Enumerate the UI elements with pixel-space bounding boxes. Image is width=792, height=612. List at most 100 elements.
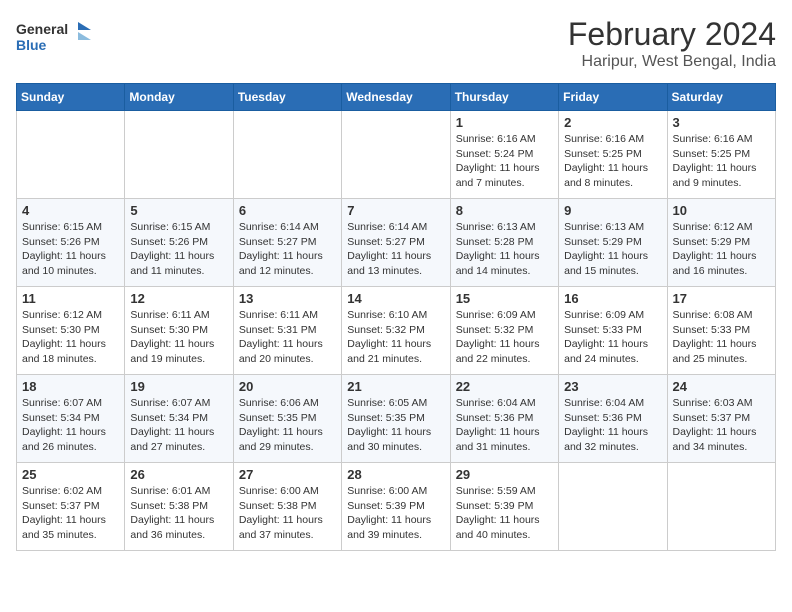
day-number: 6 xyxy=(239,203,336,218)
svg-text:General: General xyxy=(16,21,68,37)
calendar-cell: 27 Sunrise: 6:00 AM Sunset: 5:38 PM Dayli… xyxy=(233,463,341,551)
day-number: 26 xyxy=(130,467,227,482)
day-info: Sunrise: 6:09 AM Sunset: 5:32 PM Dayligh… xyxy=(456,308,553,367)
day-number: 25 xyxy=(22,467,119,482)
calendar-cell: 8 Sunrise: 6:13 AM Sunset: 5:28 PM Daylig… xyxy=(450,199,558,287)
weekday-header-saturday: Saturday xyxy=(667,84,775,111)
day-info: Sunrise: 6:15 AM Sunset: 5:26 PM Dayligh… xyxy=(130,220,227,279)
day-info: Sunrise: 6:15 AM Sunset: 5:26 PM Dayligh… xyxy=(22,220,119,279)
day-number: 18 xyxy=(22,379,119,394)
calendar-cell: 1Sunrise: 6:16 AM Sunset: 5:24 PM Daylig… xyxy=(450,111,558,199)
calendar-cell: 23 Sunrise: 6:04 AM Sunset: 5:36 PM Dayli… xyxy=(559,375,667,463)
day-number: 19 xyxy=(130,379,227,394)
day-info: Sunrise: 6:01 AM Sunset: 5:38 PM Dayligh… xyxy=(130,484,227,543)
day-number: 14 xyxy=(347,291,444,306)
calendar-header-row: SundayMondayTuesdayWednesdayThursdayFrid… xyxy=(17,84,776,111)
page-header: GeneralBlue February 2024 Haripur, West … xyxy=(16,16,776,71)
day-number: 8 xyxy=(456,203,553,218)
calendar-cell: 7Sunrise: 6:14 AM Sunset: 5:27 PM Daylig… xyxy=(342,199,450,287)
calendar-cell: 12 Sunrise: 6:11 AM Sunset: 5:30 PM Dayli… xyxy=(125,287,233,375)
calendar-cell: 11Sunrise: 6:12 AM Sunset: 5:30 PM Dayli… xyxy=(17,287,125,375)
calendar-cell: 4 Sunrise: 6:15 AM Sunset: 5:26 PM Daylig… xyxy=(17,199,125,287)
month-title: February 2024 xyxy=(568,16,776,53)
day-number: 27 xyxy=(239,467,336,482)
day-info: Sunrise: 6:05 AM Sunset: 5:35 PM Dayligh… xyxy=(347,396,444,455)
calendar-week-2: 4 Sunrise: 6:15 AM Sunset: 5:26 PM Daylig… xyxy=(17,199,776,287)
weekday-header-thursday: Thursday xyxy=(450,84,558,111)
calendar-table: SundayMondayTuesdayWednesdayThursdayFrid… xyxy=(16,83,776,551)
calendar-cell: 6 Sunrise: 6:14 AM Sunset: 5:27 PM Daylig… xyxy=(233,199,341,287)
day-number: 29 xyxy=(456,467,553,482)
day-number: 28 xyxy=(347,467,444,482)
day-info: Sunrise: 6:14 AM Sunset: 5:27 PM Dayligh… xyxy=(347,220,444,279)
calendar-cell: 28Sunrise: 6:00 AM Sunset: 5:39 PM Dayli… xyxy=(342,463,450,551)
calendar-cell: 9 Sunrise: 6:13 AM Sunset: 5:29 PM Daylig… xyxy=(559,199,667,287)
day-info: Sunrise: 5:59 AM Sunset: 5:39 PM Dayligh… xyxy=(456,484,553,543)
day-number: 3 xyxy=(673,115,770,130)
day-number: 15 xyxy=(456,291,553,306)
day-info: Sunrise: 6:02 AM Sunset: 5:37 PM Dayligh… xyxy=(22,484,119,543)
calendar-cell: 17 Sunrise: 6:08 AM Sunset: 5:33 PM Dayli… xyxy=(667,287,775,375)
calendar-cell: 16 Sunrise: 6:09 AM Sunset: 5:33 PM Dayli… xyxy=(559,287,667,375)
day-info: Sunrise: 6:13 AM Sunset: 5:28 PM Dayligh… xyxy=(456,220,553,279)
day-number: 22 xyxy=(456,379,553,394)
day-number: 5 xyxy=(130,203,227,218)
weekday-header-friday: Friday xyxy=(559,84,667,111)
calendar-cell xyxy=(17,111,125,199)
calendar-cell: 25 Sunrise: 6:02 AM Sunset: 5:37 PM Dayli… xyxy=(17,463,125,551)
day-info: Sunrise: 6:16 AM Sunset: 5:24 PM Dayligh… xyxy=(456,132,553,191)
day-number: 16 xyxy=(564,291,661,306)
day-info: Sunrise: 6:03 AM Sunset: 5:37 PM Dayligh… xyxy=(673,396,770,455)
day-number: 12 xyxy=(130,291,227,306)
calendar-cell xyxy=(559,463,667,551)
calendar-week-5: 25 Sunrise: 6:02 AM Sunset: 5:37 PM Dayli… xyxy=(17,463,776,551)
calendar-week-1: 1Sunrise: 6:16 AM Sunset: 5:24 PM Daylig… xyxy=(17,111,776,199)
calendar-cell: 21 Sunrise: 6:05 AM Sunset: 5:35 PM Dayli… xyxy=(342,375,450,463)
day-info: Sunrise: 6:06 AM Sunset: 5:35 PM Dayligh… xyxy=(239,396,336,455)
calendar-cell: 5 Sunrise: 6:15 AM Sunset: 5:26 PM Daylig… xyxy=(125,199,233,287)
calendar-cell xyxy=(667,463,775,551)
calendar-week-4: 18 Sunrise: 6:07 AM Sunset: 5:34 PM Dayli… xyxy=(17,375,776,463)
title-block: February 2024 Haripur, West Bengal, Indi… xyxy=(568,16,776,71)
location: Haripur, West Bengal, India xyxy=(568,53,776,71)
day-number: 13 xyxy=(239,291,336,306)
weekday-header-sunday: Sunday xyxy=(17,84,125,111)
day-number: 17 xyxy=(673,291,770,306)
calendar-cell: 24Sunrise: 6:03 AM Sunset: 5:37 PM Dayli… xyxy=(667,375,775,463)
day-info: Sunrise: 6:04 AM Sunset: 5:36 PM Dayligh… xyxy=(564,396,661,455)
calendar-cell xyxy=(342,111,450,199)
calendar-week-3: 11Sunrise: 6:12 AM Sunset: 5:30 PM Dayli… xyxy=(17,287,776,375)
day-number: 20 xyxy=(239,379,336,394)
day-info: Sunrise: 6:00 AM Sunset: 5:38 PM Dayligh… xyxy=(239,484,336,543)
calendar-cell xyxy=(125,111,233,199)
day-info: Sunrise: 6:11 AM Sunset: 5:31 PM Dayligh… xyxy=(239,308,336,367)
calendar-cell xyxy=(233,111,341,199)
calendar-cell: 14 Sunrise: 6:10 AM Sunset: 5:32 PM Dayli… xyxy=(342,287,450,375)
day-info: Sunrise: 6:09 AM Sunset: 5:33 PM Dayligh… xyxy=(564,308,661,367)
calendar-cell: 19Sunrise: 6:07 AM Sunset: 5:34 PM Dayli… xyxy=(125,375,233,463)
day-number: 10 xyxy=(673,203,770,218)
day-number: 9 xyxy=(564,203,661,218)
calendar-cell: 20 Sunrise: 6:06 AM Sunset: 5:35 PM Dayli… xyxy=(233,375,341,463)
weekday-header-tuesday: Tuesday xyxy=(233,84,341,111)
day-info: Sunrise: 6:07 AM Sunset: 5:34 PM Dayligh… xyxy=(22,396,119,455)
day-info: Sunrise: 6:04 AM Sunset: 5:36 PM Dayligh… xyxy=(456,396,553,455)
calendar-cell: 13 Sunrise: 6:11 AM Sunset: 5:31 PM Dayli… xyxy=(233,287,341,375)
day-info: Sunrise: 6:16 AM Sunset: 5:25 PM Dayligh… xyxy=(673,132,770,191)
day-number: 4 xyxy=(22,203,119,218)
day-info: Sunrise: 6:14 AM Sunset: 5:27 PM Dayligh… xyxy=(239,220,336,279)
weekday-header-wednesday: Wednesday xyxy=(342,84,450,111)
day-number: 21 xyxy=(347,379,444,394)
weekday-header-monday: Monday xyxy=(125,84,233,111)
day-info: Sunrise: 6:16 AM Sunset: 5:25 PM Dayligh… xyxy=(564,132,661,191)
day-info: Sunrise: 6:10 AM Sunset: 5:32 PM Dayligh… xyxy=(347,308,444,367)
calendar-cell: 22 Sunrise: 6:04 AM Sunset: 5:36 PM Dayli… xyxy=(450,375,558,463)
day-info: Sunrise: 6:08 AM Sunset: 5:33 PM Dayligh… xyxy=(673,308,770,367)
svg-text:Blue: Blue xyxy=(16,37,47,53)
day-info: Sunrise: 6:13 AM Sunset: 5:29 PM Dayligh… xyxy=(564,220,661,279)
day-number: 23 xyxy=(564,379,661,394)
day-info: Sunrise: 6:11 AM Sunset: 5:30 PM Dayligh… xyxy=(130,308,227,367)
calendar-cell: 26 Sunrise: 6:01 AM Sunset: 5:38 PM Dayli… xyxy=(125,463,233,551)
day-number: 11 xyxy=(22,291,119,306)
calendar-cell: 10Sunrise: 6:12 AM Sunset: 5:29 PM Dayli… xyxy=(667,199,775,287)
